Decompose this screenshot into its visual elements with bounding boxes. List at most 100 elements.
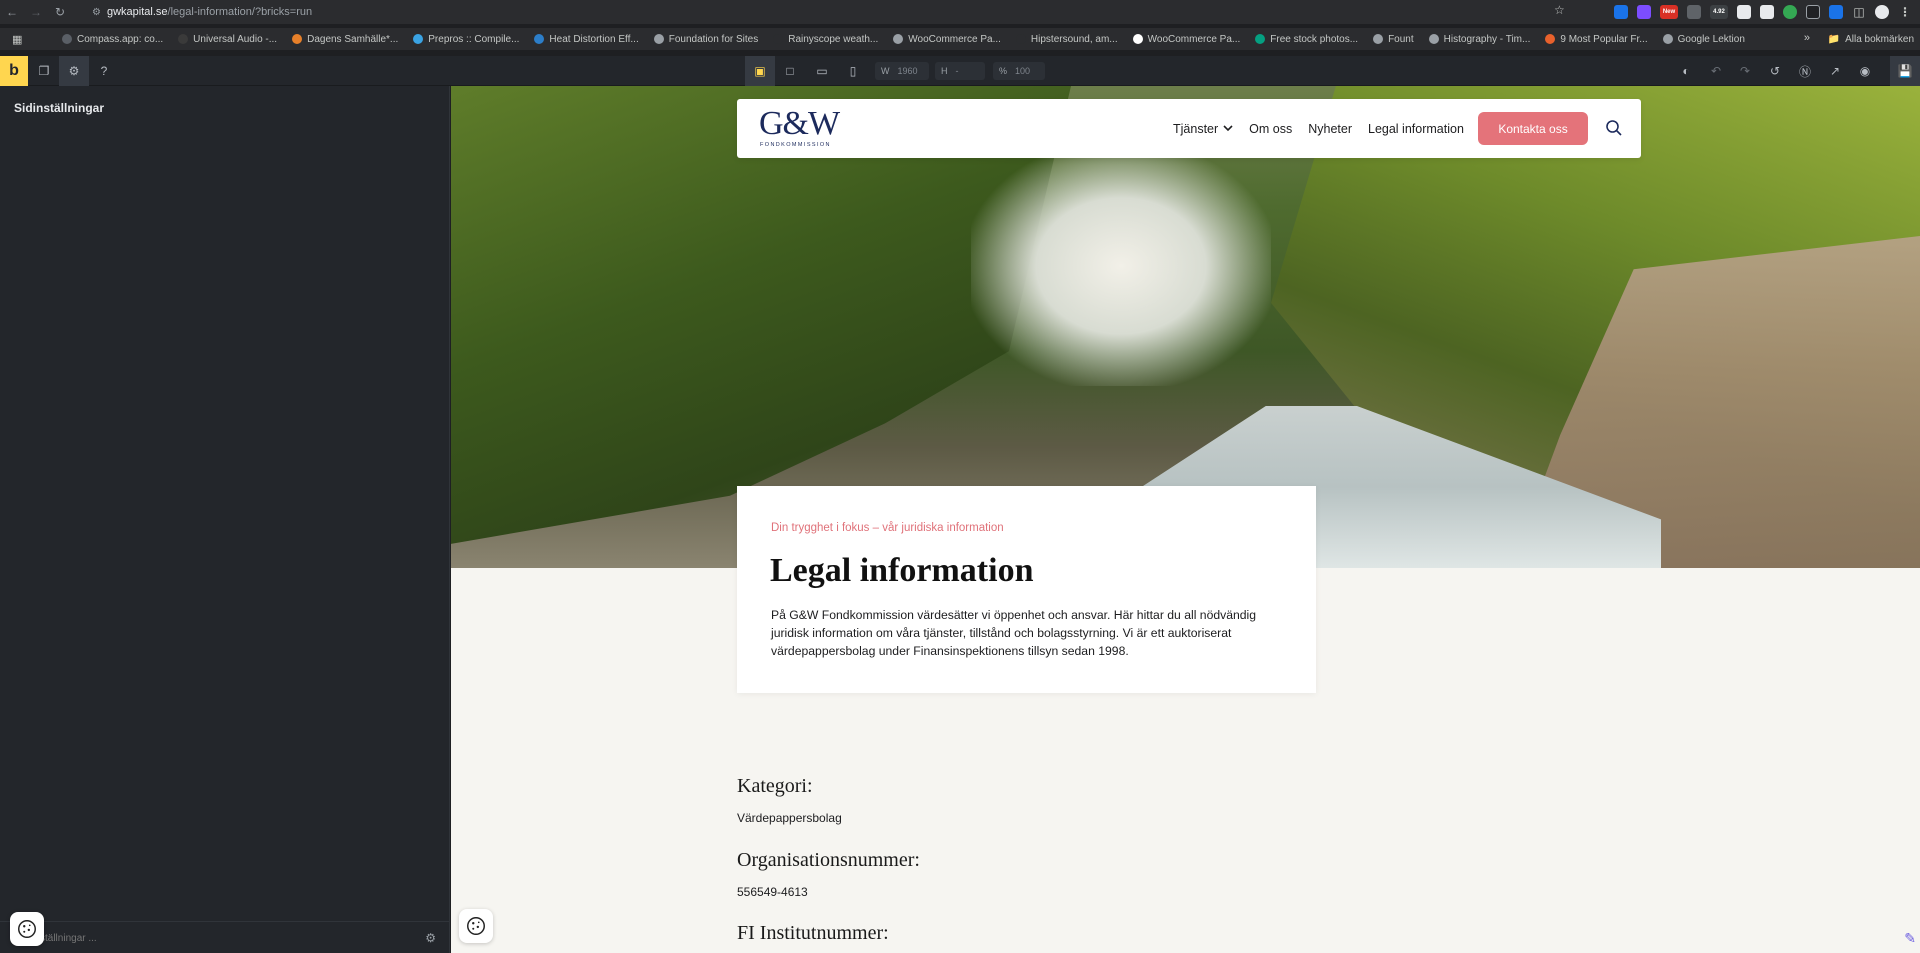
extension-icon[interactable] [1737,5,1751,19]
canvas-height-field[interactable]: H - [935,62,985,80]
extension-icon[interactable] [1614,5,1628,19]
all-bookmarks-folder[interactable]: 📁 Alla bokmärken [1828,28,1914,50]
profile-avatar[interactable] [1875,5,1889,19]
canvas-cookie-button[interactable] [459,909,493,943]
search-settings-gear-icon[interactable]: ⚙ [425,931,436,945]
search-icon[interactable] [1605,119,1623,137]
extension-icon[interactable] [1637,5,1651,19]
site-info-icon[interactable]: ⚙ [92,7,101,18]
intro-body: På G&W Fondkommission värdesätter vi öpp… [771,608,1257,658]
save-icon[interactable]: 💾 [1890,56,1920,86]
bookmark-item[interactable]: Histography - Tim... [1428,33,1531,45]
bookmark-item[interactable]: WooCommerce Pa... [893,34,1001,45]
bookmark-favicon-icon [1255,34,1266,44]
help-icon[interactable]: ? [89,56,119,86]
panel-title: Sidinställningar [14,101,105,115]
bookmark-item[interactable]: Foundation for Sites [653,34,758,45]
url-host: gwkapital.se [106,6,168,18]
external-link-icon[interactable]: ↗ [1820,56,1850,86]
extension-icon[interactable] [1806,5,1820,19]
bookmark-favicon-icon [178,34,189,44]
hero-sky [971,146,1271,386]
theme-toggle-icon[interactable]: ◐ [1671,56,1701,86]
chevron-double-right-icon[interactable]: » [1804,32,1810,44]
panel-search-bar: ⚙ [0,921,450,953]
bookmark-item[interactable]: Fount [1373,34,1414,45]
chevron-down-icon [1223,125,1233,132]
bookmark-label: Google Lektion [1677,33,1745,45]
bookmark-label: Histography - Tim... [1443,33,1531,45]
bookmark-favicon-icon [773,34,784,44]
bookmark-item[interactable]: Hipstersound, am... [1015,34,1118,45]
preview-eye-icon[interactable]: ◉ [1850,56,1880,86]
bookmark-list: Compass.app: co... Universal Audio -... Da… [62,28,1760,50]
pencil-icon[interactable]: ✎ [1904,930,1916,947]
bookmark-item[interactable]: WooCommerce Pa... [1132,34,1240,45]
site-logo[interactable]: G&W FONDKOMMISSION [759,106,849,150]
desktop-breakpoint-icon[interactable]: ▣ [745,56,775,86]
extension-icon[interactable] [1829,5,1843,19]
canvas-zoom-field[interactable]: % 100 [993,62,1045,80]
contact-button[interactable]: Kontakta oss [1478,112,1588,145]
bookmark-label: Dagens Samhälle*... [307,33,399,45]
extension-icon[interactable] [1760,5,1774,19]
extensions-area: New 4.92 ◫ ⋮ [1614,2,1912,22]
bookmark-label: Heat Distortion Eff... [549,33,639,45]
nav-item-tjanster[interactable]: Tjänster [1173,122,1233,136]
extension-price-badge[interactable]: 4.92 [1710,5,1728,19]
bricks-logo[interactable]: b [0,56,28,86]
forward-icon[interactable]: → [24,0,48,24]
bookmark-label: WooCommerce Pa... [908,33,1001,45]
address-bar[interactable]: ⚙ gwkapital.se/legal-information/?bricks… [92,2,1572,22]
bookmark-item[interactable]: Google Lektion [1662,33,1745,45]
settings-gear-icon[interactable]: ⚙ [59,56,89,86]
canvas-width-field[interactable]: W 1960 [875,62,929,80]
main-nav: Tjänster Om oss Nyheter Legal informatio… [1173,99,1464,158]
pages-icon[interactable]: ❐ [29,56,59,86]
bookmark-star-icon[interactable]: ☆ [1554,3,1565,17]
bookmark-item[interactable]: Prepros :: Compile... [413,34,519,45]
apps-grid-icon[interactable]: ▦ [12,33,22,46]
redo-icon[interactable]: ↷ [1730,56,1760,86]
bookmark-item[interactable]: Free stock photos... [1255,34,1358,45]
menu-icon[interactable]: ⋮ [1898,5,1912,19]
extension-icon[interactable] [1783,5,1797,19]
bookmark-favicon-icon [653,34,664,44]
laptop-breakpoint-icon[interactable]: □ [775,56,805,86]
detail-heading-fi-nr: FI Institutnummer: [737,922,889,944]
bookmarks-bar: ▦ Compass.app: co... Universal Audio -...… [0,28,1920,50]
bookmark-item[interactable]: Rainyscope weath... [773,34,878,45]
bookmark-item[interactable]: 9 Most Popular Fr... [1545,34,1648,45]
intro-card: Din trygghet i fokus – vår juridiska inf… [737,486,1316,693]
mobile-breakpoint-icon[interactable]: ▯ [838,56,868,86]
bookmark-label: Universal Audio -... [193,33,278,45]
nav-item-om-oss[interactable]: Om oss [1249,122,1292,136]
panel-search-input[interactable] [40,930,400,946]
extension-icon[interactable] [1687,5,1701,19]
intro-eyebrow: Din trygghet i fokus – vår juridiska inf… [771,522,1004,534]
bookmark-item[interactable]: Universal Audio -... [178,34,277,45]
extension-new-badge[interactable]: New [1660,5,1678,19]
nav-item-legal-information[interactable]: Legal information [1368,122,1464,136]
bookmark-item[interactable]: Heat Distortion Eff... [534,33,639,45]
puzzle-icon[interactable]: ◫ [1852,5,1866,19]
bookmark-favicon-icon [534,34,545,44]
nav-item-nyheter[interactable]: Nyheter [1308,122,1352,136]
wordpress-icon[interactable]: Ⓝ [1790,56,1820,86]
url-path: /legal-information/?bricks=run [167,6,313,18]
history-icon[interactable]: ↺ [1760,56,1790,86]
folder-icon: 📁 [1827,33,1841,45]
bookmark-item[interactable]: Dagens Samhälle*... [292,34,398,45]
reload-icon[interactable]: ↻ [48,0,72,24]
bookmark-label: Free stock photos... [1270,33,1359,45]
all-bookmarks-label: Alla bokmärken [1845,33,1914,45]
tablet-breakpoint-icon[interactable]: ▭ [807,56,837,86]
back-icon[interactable]: ← [0,0,24,24]
cookie-consent-button[interactable] [10,912,44,946]
bookmark-label: Prepros :: Compile... [428,33,520,45]
undo-icon[interactable]: ↶ [1701,56,1731,86]
cookie-icon [18,920,36,938]
bookmark-favicon-icon [1015,34,1026,44]
bookmark-item[interactable]: Compass.app: co... [62,34,163,45]
bookmark-favicon-icon [1373,34,1384,44]
